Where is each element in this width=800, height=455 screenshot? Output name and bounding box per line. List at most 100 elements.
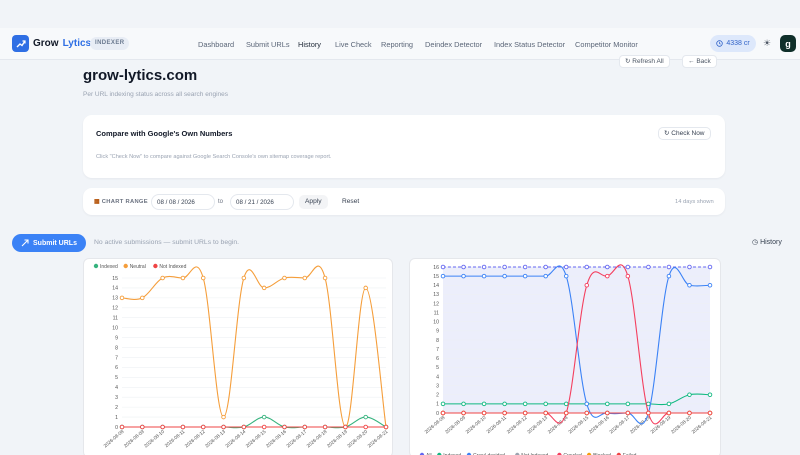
history-label: History xyxy=(760,239,782,246)
data-point xyxy=(180,424,186,430)
legend-swatch xyxy=(153,263,158,269)
data-point xyxy=(563,264,569,270)
y-tick-label: 6 xyxy=(115,365,118,371)
refresh-all-button[interactable]: ↻ Refresh All xyxy=(619,55,670,68)
data-point xyxy=(282,424,287,430)
data-point xyxy=(584,401,590,407)
indexer-badge: INDEXER xyxy=(90,37,130,50)
data-point xyxy=(605,401,610,407)
y-tick-label: 3 xyxy=(436,383,439,389)
data-point xyxy=(461,264,466,270)
data-point xyxy=(646,410,651,416)
y-tick-label: 1 xyxy=(436,402,439,408)
data-point xyxy=(461,273,466,279)
range-to-word: to xyxy=(218,199,224,205)
data-point xyxy=(461,401,466,407)
data-point xyxy=(440,264,446,270)
y-tick-label: 4 xyxy=(115,385,118,391)
chart-panel-right: 0 1 2 3 4 5 6 7 8 9 10 11 12 13 14 15 16 2026-08-08 2026-0… xyxy=(409,258,721,455)
submit-urls-button[interactable]: Submit URLs xyxy=(12,234,86,252)
history-button[interactable]: ◷ History xyxy=(752,238,782,246)
data-point xyxy=(261,285,267,291)
data-point xyxy=(543,264,548,270)
data-point xyxy=(221,424,226,430)
data-point xyxy=(666,273,672,279)
back-button[interactable]: ← Back xyxy=(682,55,717,68)
data-point xyxy=(646,264,651,270)
nav-dashboard[interactable]: Dashboard xyxy=(198,40,234,49)
credits-badge[interactable]: 4338 cr xyxy=(710,35,756,52)
data-point xyxy=(440,273,446,279)
app-name[interactable]: Grow Lytics xyxy=(33,38,91,49)
data-point xyxy=(322,424,328,430)
days-shown: 14 days shown xyxy=(675,199,714,205)
nav-competitor-monitor[interactable]: Competitor Monitor xyxy=(575,40,638,49)
data-point xyxy=(502,401,507,407)
data-point xyxy=(707,283,713,288)
status-line-chart: 01234567891011121314152026-08-082026-08-… xyxy=(93,263,390,450)
nav-index-status-detector[interactable]: Index Status Detector xyxy=(494,40,565,49)
y-tick-label: 0 xyxy=(436,411,439,417)
nav-live-check[interactable]: Live Check xyxy=(335,40,372,49)
y-tick-label: 8 xyxy=(436,338,439,344)
y-tick-label: 2 xyxy=(436,393,439,399)
y-tick-label: 1 xyxy=(115,415,118,421)
range-from-input[interactable] xyxy=(151,194,215,210)
x-tick-label: 2026-08-20 xyxy=(670,415,693,436)
compare-card xyxy=(83,115,725,178)
range-to-input[interactable] xyxy=(230,194,294,210)
y-tick-label: 12 xyxy=(433,301,439,307)
x-tick-label: 2026-08-14 xyxy=(547,415,570,436)
nav-deindex-detector[interactable]: Deindex Detector xyxy=(425,40,482,49)
data-point xyxy=(522,264,528,270)
x-tick-label: 2026-08-08 xyxy=(424,415,447,436)
x-tick-label: 2026-08-17 xyxy=(285,429,308,450)
no-submissions-text: No active submissions — submit URLs to b… xyxy=(94,239,240,246)
y-tick-label: 14 xyxy=(112,286,118,292)
x-tick-label: 2026-08-09 xyxy=(123,429,146,450)
data-point xyxy=(481,401,487,407)
x-tick-label: 2026-08-10 xyxy=(143,429,166,450)
y-tick-label: 0 xyxy=(115,425,118,431)
check-now-button[interactable]: ↻ Check Now xyxy=(658,127,711,140)
data-point xyxy=(625,410,631,416)
data-point xyxy=(322,275,328,281)
page-subtitle: Per URL indexing status across all searc… xyxy=(83,91,228,98)
data-point xyxy=(563,273,569,279)
reset-button[interactable]: Reset xyxy=(338,195,363,209)
y-tick-label: 8 xyxy=(115,345,118,351)
x-tick-label: 2026-08-12 xyxy=(506,415,529,436)
data-point xyxy=(363,285,368,291)
data-point xyxy=(707,410,713,416)
data-point xyxy=(140,295,145,301)
legend-label: Indexed xyxy=(100,264,118,270)
nav-reporting[interactable]: Reporting xyxy=(381,40,413,49)
series-line-neutral xyxy=(121,265,387,428)
data-point xyxy=(687,283,692,288)
data-point xyxy=(584,410,590,416)
data-point xyxy=(543,410,548,416)
chart-panel-left: 0 1 2 3 4 5 6 7 8 9 10 11 12 13 14 15 2026-08-08 2026-08-… xyxy=(83,258,393,455)
apply-button[interactable]: Apply xyxy=(299,195,328,209)
submit-urls-label: Submit URLs xyxy=(33,239,77,247)
data-point xyxy=(502,273,507,279)
data-point xyxy=(363,424,368,430)
x-tick-label: 2026-08-09 xyxy=(444,415,467,436)
nav-history[interactable]: History xyxy=(298,40,321,49)
data-point xyxy=(200,424,206,430)
x-tick-label: 2026-08-12 xyxy=(184,429,207,450)
y-tick-label: 9 xyxy=(436,329,439,335)
data-point xyxy=(343,424,348,430)
avatar[interactable]: g xyxy=(780,35,796,52)
data-point xyxy=(543,401,548,407)
sun-icon[interactable]: ☀ xyxy=(763,38,771,49)
compare-description: Click "Check Now" to compare against Goo… xyxy=(96,154,332,160)
logo-trend-icon[interactable] xyxy=(12,35,29,52)
data-point xyxy=(261,414,267,420)
nav-submit-urls[interactable]: Submit URLs xyxy=(246,40,290,49)
credits-value: 4338 cr xyxy=(726,40,750,47)
data-point xyxy=(119,295,125,301)
data-point xyxy=(522,401,528,407)
data-point xyxy=(241,424,247,430)
data-point xyxy=(543,273,548,279)
